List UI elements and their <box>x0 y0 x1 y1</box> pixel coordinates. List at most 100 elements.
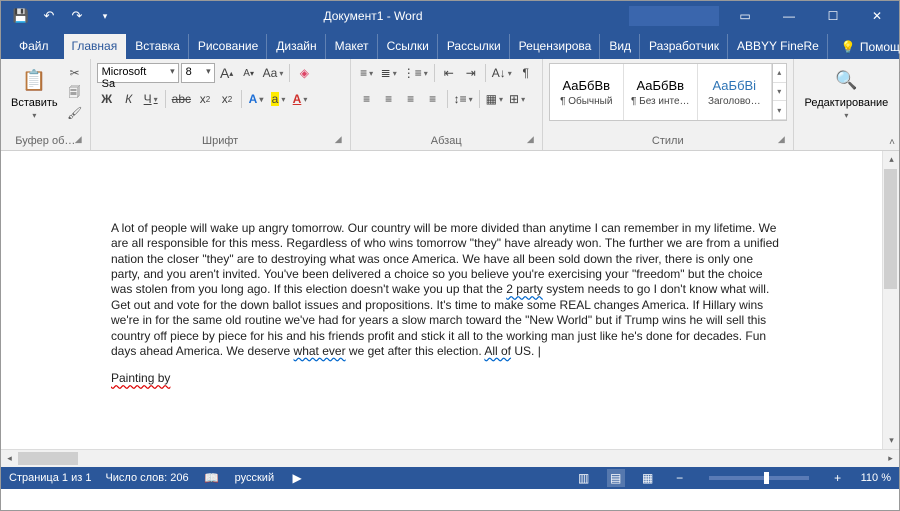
scrollbar-track[interactable] <box>18 450 882 467</box>
clear-formatting-icon[interactable]: ◈ <box>294 63 314 83</box>
zoom-thumb[interactable] <box>764 472 769 484</box>
grow-font-icon[interactable]: A▴ <box>217 63 237 83</box>
dialog-launcher-icon[interactable]: ◢ <box>75 134 84 148</box>
tab-file[interactable]: Файл <box>11 34 63 59</box>
styles-more-icon[interactable]: ▾ <box>773 101 786 120</box>
ribbon-options-icon[interactable]: ▭ <box>723 1 767 31</box>
paragraph-2[interactable]: Painting by <box>23 359 873 385</box>
group-clipboard: 📋 Вставить ▾ ✂ 🗐 🖌 Буфер об…◢ <box>1 59 91 150</box>
font-size-input[interactable]: 8 <box>181 63 215 83</box>
change-case-icon[interactable]: Aa <box>261 63 286 83</box>
text-effects-icon[interactable]: A <box>246 89 266 109</box>
scrollbar-thumb[interactable] <box>18 452 78 465</box>
tab-mailings[interactable]: Рассылки <box>439 34 510 59</box>
tab-layout[interactable]: Макет <box>327 34 378 59</box>
tell-me[interactable]: 💡Помощн <box>833 35 900 59</box>
minimize-icon[interactable]: ― <box>767 1 811 31</box>
tab-home[interactable]: Главная <box>64 34 127 59</box>
find-icon: 🔍 <box>831 65 861 95</box>
strike-button[interactable]: abc <box>170 89 193 109</box>
font-color-icon[interactable]: A <box>290 89 310 109</box>
font-name-input[interactable]: Microsoft Sa <box>97 63 179 83</box>
zoom-slider[interactable] <box>709 476 809 480</box>
highlight-icon[interactable]: a <box>268 89 288 109</box>
dialog-launcher-icon[interactable]: ◢ <box>778 134 787 148</box>
style-heading1[interactable]: АаБбВі Заголово… <box>698 64 772 120</box>
read-mode-icon[interactable]: ▥ <box>575 471 593 485</box>
align-right-icon[interactable]: ≡ <box>401 89 421 109</box>
tab-references[interactable]: Ссылки <box>379 34 438 59</box>
tab-review[interactable]: Рецензирова <box>511 34 601 59</box>
spellcheck-icon[interactable]: 📖 <box>203 471 221 485</box>
copy-icon[interactable]: 🗐 <box>66 85 84 101</box>
web-layout-icon[interactable]: ▦ <box>639 471 657 485</box>
zoom-level[interactable]: 110 % <box>861 472 891 484</box>
style-no-spacing[interactable]: АаБбВв ¶ Без инте… <box>624 64 698 120</box>
document-area[interactable]: A lot of people will wake up angry tomor… <box>1 151 899 449</box>
scroll-down-icon[interactable]: ▾ <box>883 432 899 449</box>
tab-abbyy[interactable]: ABBYY FineRe <box>729 34 828 59</box>
tab-insert[interactable]: Вставка <box>127 34 189 59</box>
tab-view[interactable]: Вид <box>601 34 640 59</box>
multilevel-icon[interactable]: ⋮≡ <box>401 63 430 83</box>
undo-icon[interactable]: ↶ <box>37 4 61 28</box>
scrollbar-thumb[interactable] <box>884 169 897 289</box>
macro-icon[interactable]: ▶ <box>288 471 306 485</box>
account-box[interactable] <box>629 6 719 26</box>
save-icon[interactable]: 💾 <box>9 4 33 28</box>
superscript-button[interactable]: x2 <box>217 89 237 109</box>
print-layout-icon[interactable]: ▤ <box>607 469 625 487</box>
format-painter-icon[interactable]: 🖌 <box>66 105 84 121</box>
tab-draw[interactable]: Рисование <box>190 34 267 59</box>
scroll-down-icon[interactable]: ▾ <box>773 83 786 102</box>
language-status[interactable]: русский <box>235 472 274 484</box>
increase-indent-icon[interactable]: ⇥ <box>461 63 481 83</box>
tab-design[interactable]: Дизайн <box>268 34 325 59</box>
page: A lot of people will wake up angry tomor… <box>23 161 873 385</box>
paste-button[interactable]: 📋 Вставить ▾ <box>7 63 62 122</box>
justify-icon[interactable]: ≡ <box>423 89 443 109</box>
zoom-in-icon[interactable]: + <box>829 471 847 485</box>
group-font: Microsoft Sa 8 A▴ A▾ Aa ◈ Ж К Ч abc x2 x… <box>91 59 351 150</box>
bulb-icon: 💡 <box>841 40 856 54</box>
close-icon[interactable]: ✕ <box>855 1 899 31</box>
scroll-left-icon[interactable]: ◂ <box>1 450 18 467</box>
horizontal-scrollbar[interactable]: ◂ ▸ <box>1 449 899 466</box>
chevron-down-icon: ▾ <box>32 111 36 120</box>
qat-customize-icon[interactable]: ▾ <box>93 4 117 28</box>
show-marks-icon[interactable]: ¶ <box>516 63 536 83</box>
subscript-button[interactable]: x2 <box>195 89 215 109</box>
decrease-indent-icon[interactable]: ⇤ <box>439 63 459 83</box>
sort-icon[interactable]: A↓ <box>490 63 514 83</box>
shading-icon[interactable]: ▦ <box>484 89 505 109</box>
scroll-up-icon[interactable]: ▴ <box>773 64 786 83</box>
styles-scroll[interactable]: ▴ ▾ ▾ <box>772 64 786 120</box>
numbering-icon[interactable]: ≣ <box>379 63 399 83</box>
bold-button[interactable]: Ж <box>97 89 117 109</box>
underline-button[interactable]: Ч <box>141 89 161 109</box>
align-left-icon[interactable]: ≡ <box>357 89 377 109</box>
collapse-ribbon-icon[interactable]: ˄ <box>889 137 895 148</box>
paragraph-1[interactable]: A lot of people will wake up angry tomor… <box>23 161 873 359</box>
italic-button[interactable]: К <box>119 89 139 109</box>
zoom-out-icon[interactable]: − <box>671 471 689 485</box>
word-count[interactable]: Число слов: 206 <box>105 472 188 484</box>
page-status[interactable]: Страница 1 из 1 <box>9 472 91 484</box>
scroll-right-icon[interactable]: ▸ <box>882 450 899 467</box>
vertical-scrollbar[interactable]: ▴ ▾ <box>882 151 899 449</box>
dialog-launcher-icon[interactable]: ◢ <box>527 134 536 148</box>
redo-icon[interactable]: ↷ <box>65 4 89 28</box>
dialog-launcher-icon[interactable]: ◢ <box>335 134 344 148</box>
tab-developer[interactable]: Разработчик <box>641 34 728 59</box>
borders-icon[interactable]: ⊞ <box>507 89 527 109</box>
ribbon: 📋 Вставить ▾ ✂ 🗐 🖌 Буфер об…◢ Microsoft … <box>1 59 899 151</box>
align-center-icon[interactable]: ≡ <box>379 89 399 109</box>
line-spacing-icon[interactable]: ↕≡ <box>452 89 475 109</box>
bullets-icon[interactable]: ≡ <box>357 63 377 83</box>
cut-icon[interactable]: ✂ <box>66 65 84 81</box>
style-normal[interactable]: АаБбВв ¶ Обычный <box>550 64 624 120</box>
editing-button[interactable]: 🔍 Редактирование ▾ <box>800 63 892 122</box>
scroll-up-icon[interactable]: ▴ <box>883 151 899 168</box>
maximize-icon[interactable]: ☐ <box>811 1 855 31</box>
shrink-font-icon[interactable]: A▾ <box>239 63 259 83</box>
